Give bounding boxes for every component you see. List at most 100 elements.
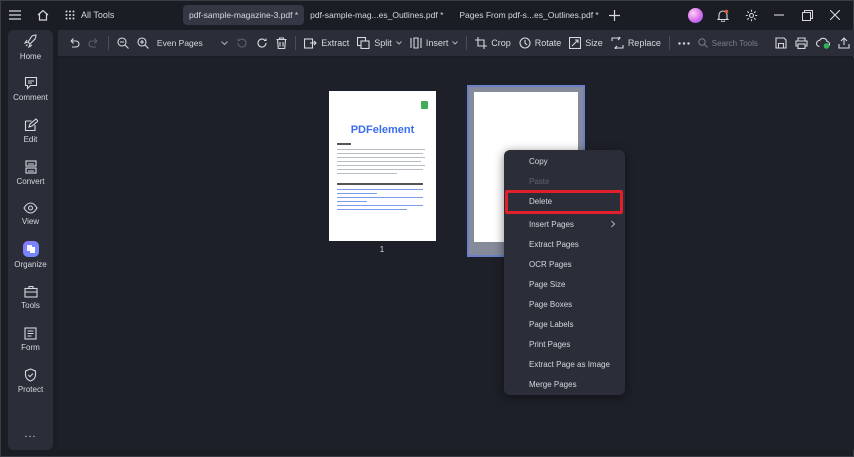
menu-item-page-boxes[interactable]: Page Boxes xyxy=(504,295,625,313)
menu-item-extract-pages[interactable]: Extract Pages xyxy=(504,235,625,253)
sidebar-item-convert[interactable]: Convert xyxy=(8,160,53,186)
all-tools-button[interactable]: All Tools xyxy=(65,10,114,20)
close-icon[interactable] xyxy=(823,1,847,29)
menu-item-print-pages[interactable]: Print Pages xyxy=(504,335,625,353)
delete-page-button[interactable] xyxy=(272,33,291,53)
insert-icon xyxy=(410,37,422,49)
menu-item-page-labels[interactable]: Page Labels xyxy=(504,315,625,333)
refresh-icon xyxy=(257,38,267,48)
sidebar-item-form[interactable]: Form xyxy=(8,327,53,352)
restore-icon[interactable] xyxy=(795,1,819,29)
page-size-icon xyxy=(569,37,582,49)
undo-button[interactable] xyxy=(64,33,84,53)
page-range-value: Even Pages xyxy=(156,38,203,48)
page-toolbar: Even Pages Extract Split Insert Crop Rot… xyxy=(58,30,854,56)
toolbar-divider xyxy=(295,36,297,50)
sidebar-item-tools[interactable]: Tools xyxy=(8,285,53,310)
chevron-right-icon xyxy=(611,220,616,228)
eye-icon xyxy=(23,202,38,214)
form-icon xyxy=(24,327,37,340)
rotate-left-button[interactable] xyxy=(232,33,252,53)
crop-button[interactable]: Crop xyxy=(471,33,515,53)
link-line xyxy=(337,189,423,190)
toolbar-divider xyxy=(108,36,109,50)
sidebar-item-edit[interactable]: Edit xyxy=(8,118,53,144)
crop-icon xyxy=(475,37,488,49)
save-icon xyxy=(775,37,787,49)
extract-button[interactable]: Extract xyxy=(300,33,353,53)
replace-button[interactable]: Replace xyxy=(607,33,665,53)
zoom-out-button[interactable] xyxy=(113,33,133,53)
text-line xyxy=(337,165,425,166)
home-icon[interactable] xyxy=(29,1,57,29)
document-icon xyxy=(421,101,428,109)
tab-document-1[interactable]: pdf-sample-magazine-3.pdf * xyxy=(183,5,305,25)
share-button[interactable] xyxy=(834,33,854,53)
page-number-1: 1 xyxy=(379,245,385,254)
chevron-down-icon xyxy=(452,41,459,45)
tab-document-2[interactable]: pdf-sample-mag...es_Outlines.pdf * xyxy=(304,5,449,25)
menu-item-copy[interactable]: Copy xyxy=(504,152,625,170)
sidebar-item-protect[interactable]: Protect xyxy=(8,368,53,394)
cloud-sync-button[interactable] xyxy=(812,33,834,53)
extract-icon xyxy=(304,38,318,49)
new-tab-icon[interactable] xyxy=(605,5,625,25)
rotate-button[interactable]: Rotate xyxy=(515,33,566,53)
menu-item-delete[interactable]: Delete xyxy=(504,192,625,210)
page-thumbnail-1[interactable]: PDFelement xyxy=(329,91,436,241)
bell-icon[interactable] xyxy=(711,1,735,29)
printer-icon xyxy=(795,37,808,49)
comment-icon xyxy=(24,76,37,90)
redo-icon xyxy=(88,38,98,48)
menu-item-merge-pages[interactable]: Merge Pages xyxy=(504,375,625,393)
trash-icon xyxy=(276,37,287,49)
save-button[interactable] xyxy=(771,33,791,53)
sidebar-item-home[interactable]: Home xyxy=(8,34,53,61)
gear-icon[interactable] xyxy=(739,1,763,29)
search-icon xyxy=(698,38,708,48)
organize-icon xyxy=(22,241,39,257)
sidebar-item-comment[interactable]: Comment xyxy=(8,76,53,102)
menu-item-extract-page-as-image[interactable]: Extract Page as Image xyxy=(504,355,625,373)
document-tabs: pdf-sample-magazine-3.pdf * pdf-sample-m… xyxy=(183,5,625,27)
toolbox-icon xyxy=(23,285,38,298)
avatar[interactable] xyxy=(683,1,707,29)
insert-button[interactable]: Insert xyxy=(406,33,463,53)
tab-document-3[interactable]: Pages From pdf-s...es_Outlines.pdf * xyxy=(453,5,604,25)
menu-item-ocr-pages[interactable]: OCR Pages xyxy=(504,255,625,273)
left-sidebar: Home Comment Edit Convert View Organize … xyxy=(8,30,53,450)
sidebar-item-view[interactable]: View xyxy=(8,202,53,226)
split-button[interactable]: Split xyxy=(353,33,406,53)
toolbar-divider xyxy=(668,36,670,50)
text-line xyxy=(337,153,423,154)
context-menu: Copy Paste Delete Insert Pages Extract P… xyxy=(504,150,625,395)
text-line xyxy=(337,161,421,162)
upload-icon xyxy=(838,37,850,49)
edit-icon xyxy=(24,118,38,132)
menu-item-paste: Paste xyxy=(529,176,550,186)
size-button[interactable]: Size xyxy=(565,33,607,53)
refresh-button[interactable] xyxy=(252,33,272,53)
sidebar-item-organize[interactable]: Organize xyxy=(8,241,53,269)
search-tools-input[interactable]: Search Tools xyxy=(698,38,771,48)
text-line xyxy=(337,143,351,145)
shield-icon xyxy=(24,368,37,382)
split-icon xyxy=(357,37,370,49)
menu-item-insert-pages[interactable]: Insert Pages xyxy=(504,215,625,233)
more-options-icon[interactable]: ... xyxy=(8,428,53,440)
all-tools-label: All Tools xyxy=(81,10,115,20)
chevron-down-icon xyxy=(221,40,229,45)
page-range-select[interactable]: Even Pages xyxy=(153,34,232,52)
minimize-icon[interactable] xyxy=(767,1,791,29)
link-line xyxy=(337,209,407,210)
menu-item-page-size[interactable]: Page Size xyxy=(504,275,625,293)
zoom-in-button[interactable] xyxy=(133,33,153,53)
hamburger-menu-icon[interactable] xyxy=(1,1,29,29)
text-line xyxy=(337,169,423,170)
more-tools-button[interactable] xyxy=(674,33,694,53)
grid-icon xyxy=(65,10,75,20)
link-line xyxy=(337,205,423,206)
print-button[interactable] xyxy=(791,33,812,53)
redo-button[interactable] xyxy=(84,33,104,53)
ellipsis-icon xyxy=(678,41,690,45)
